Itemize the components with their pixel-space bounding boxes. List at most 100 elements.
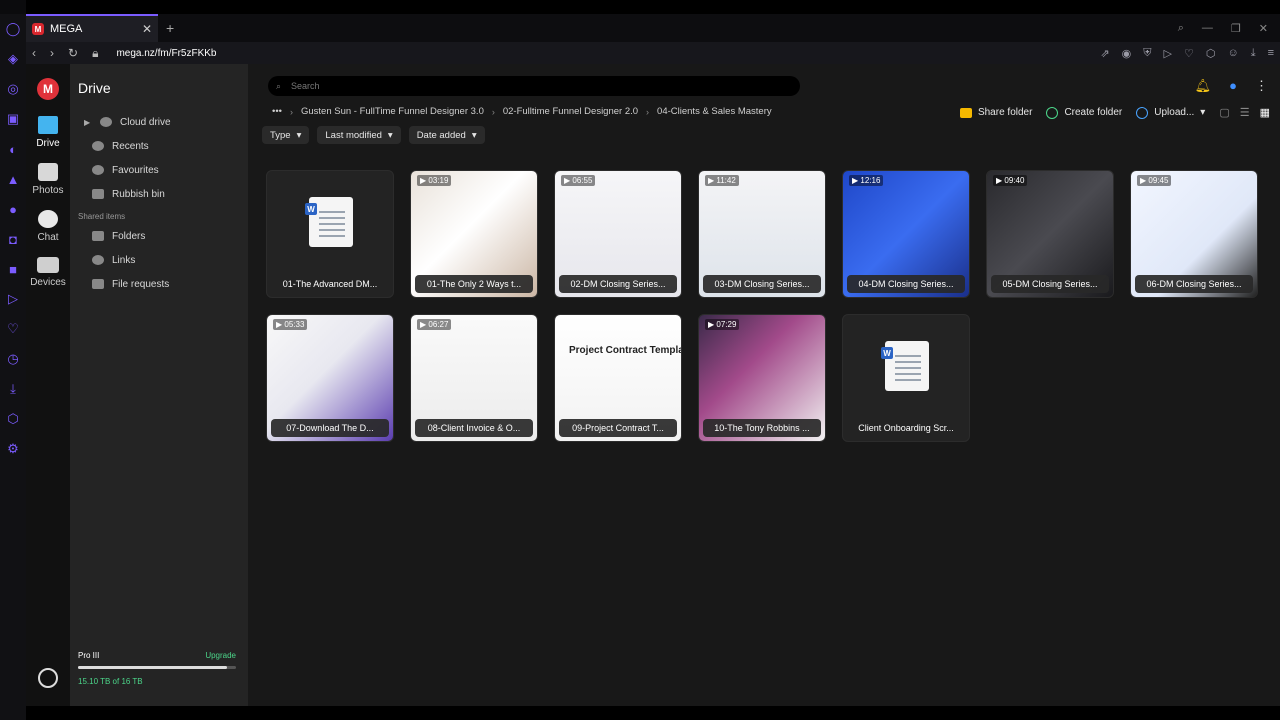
whatsapp-icon[interactable]: ●: [0, 194, 26, 224]
sidebar-item-cloud-drive[interactable]: ▶ Cloud drive: [70, 110, 248, 134]
chevron-down-icon: ▾: [471, 129, 477, 141]
search-input[interactable]: ⌕ Search: [268, 76, 800, 96]
sidebar-item-favourites[interactable]: Favourites: [70, 158, 248, 182]
chat-icon: [38, 210, 58, 228]
instagram-icon[interactable]: ◘: [0, 224, 26, 254]
camera-icon[interactable]: ◉: [1122, 47, 1132, 60]
file-card[interactable]: ▶ 06:27 08-Client Invoice & O...: [410, 314, 538, 442]
share-folder-button[interactable]: Share folder: [959, 107, 1032, 118]
account-settings-icon[interactable]: [38, 668, 58, 688]
file-card[interactable]: ▶ 03:19 01-The Only 2 Ways t...: [410, 170, 538, 298]
twitch-icon[interactable]: ■: [0, 254, 26, 284]
video-duration: ▶ 11:42: [705, 175, 739, 186]
settings-icon[interactable]: ⚙: [0, 434, 26, 464]
chevron-right-icon[interactable]: ▶: [84, 118, 92, 127]
chevron-right-icon: ›: [646, 106, 650, 117]
file-card[interactable]: ▶ 06:55 02-DM Closing Series...: [554, 170, 682, 298]
history-icon[interactable]: ◷: [0, 344, 26, 374]
file-card[interactable]: ▶ 12:16 04-DM Closing Series...: [842, 170, 970, 298]
file-card[interactable]: ▶ 09:45 06-DM Closing Series...: [1130, 170, 1258, 298]
list-view-icon[interactable]: ☰: [1240, 106, 1250, 119]
file-name: 03-DM Closing Series...: [703, 275, 821, 293]
search-tabs-icon[interactable]: ⌕: [1178, 22, 1184, 35]
player-icon[interactable]: ▷: [0, 284, 26, 314]
rail-drive[interactable]: Drive: [26, 116, 70, 149]
share-icon[interactable]: ⇗: [1100, 47, 1109, 60]
upgrade-link[interactable]: Upgrade: [205, 651, 236, 660]
menu-icon[interactable]: ≡: [1268, 47, 1274, 60]
sidebar-item-recents[interactable]: Recents: [70, 134, 248, 158]
avatar[interactable]: ●: [1229, 78, 1237, 94]
trash-icon: [92, 189, 104, 199]
file-card[interactable]: ▶ 09:40 05-DM Closing Series...: [986, 170, 1114, 298]
flow-icon[interactable]: ▷: [1164, 47, 1172, 60]
file-name: 06-DM Closing Series...: [1135, 275, 1253, 293]
mega-logo-icon[interactable]: M: [37, 78, 59, 100]
forward-icon[interactable]: ›: [50, 46, 54, 60]
share-folder-icon: [959, 107, 972, 118]
downloads-icon[interactable]: ⤓: [1251, 47, 1256, 60]
profile-icon[interactable]: ☺: [1227, 47, 1238, 60]
heart-icon[interactable]: ♡: [0, 314, 26, 344]
file-card[interactable]: ▶ 07:29 10-The Tony Robbins ...: [698, 314, 826, 442]
close-tab-icon[interactable]: ✕: [142, 22, 152, 36]
aria-icon[interactable]: ▲: [0, 164, 26, 194]
rail-devices[interactable]: Devices: [26, 257, 70, 288]
url-field[interactable]: mega.nz/fm/Fr5zFKKb: [116, 48, 216, 59]
video-duration: ▶ 06:27: [417, 319, 452, 330]
new-tab-icon[interactable]: +: [158, 20, 182, 36]
more-options-icon[interactable]: ⋮: [1255, 78, 1268, 94]
breadcrumb-item[interactable]: 02-Fulltime Funnel Designer 2.0: [503, 106, 638, 117]
upload-button[interactable]: Upload... ▾: [1136, 106, 1206, 119]
create-folder-button[interactable]: Create folder: [1046, 106, 1122, 119]
speed-dial-icon[interactable]: ◎: [0, 74, 26, 104]
file-name: 08-Client Invoice & O...: [415, 419, 533, 437]
drive-sidebar: Drive ▶ Cloud drive Recents Favourites R…: [70, 64, 248, 706]
sidebar-item-rubbish-bin[interactable]: Rubbish bin: [70, 182, 248, 206]
file-card[interactable]: Project Contract Template 09-Project Cont…: [554, 314, 682, 442]
sidebar-item-links[interactable]: Links: [70, 248, 248, 272]
opera-logo-icon[interactable]: ◯: [0, 14, 26, 44]
minimize-icon[interactable]: —: [1202, 22, 1213, 35]
gamepad-icon[interactable]: ◈: [0, 44, 26, 74]
breadcrumb-current: 04-Clients & Sales Mastery: [657, 106, 772, 117]
download-icon[interactable]: ⤓: [0, 374, 26, 404]
upload-label: Upload...: [1154, 107, 1195, 118]
extension-icon[interactable]: ⬡: [1206, 47, 1216, 60]
back-icon[interactable]: ‹: [32, 46, 36, 60]
filter-type[interactable]: Type ▾: [262, 126, 310, 144]
sidebar-item-folders[interactable]: Folders: [70, 224, 248, 248]
sidebar-item-file-requests[interactable]: File requests: [70, 272, 248, 296]
app-rail: M Drive Photos Chat Devices: [26, 64, 70, 706]
browser-tab[interactable]: M MEGA ✕: [26, 14, 158, 42]
reload-icon[interactable]: ↻: [68, 46, 78, 60]
search-placeholder: Search: [291, 81, 320, 91]
rail-chat[interactable]: Chat: [26, 210, 70, 243]
extensions-icon[interactable]: ⬡: [0, 404, 26, 434]
cloud-icon: [100, 117, 112, 127]
chevron-down-icon: ▾: [1200, 107, 1206, 118]
close-window-icon[interactable]: ✕: [1259, 22, 1268, 35]
notifications-bell-icon[interactable]: 🔔︎: [1195, 78, 1212, 94]
file-name: 01-The Only 2 Ways t...: [415, 275, 533, 293]
grid-view-icon[interactable]: ▦: [1260, 106, 1270, 119]
file-card[interactable]: W Client Onboarding Scr...: [842, 314, 970, 442]
file-name: 01-The Advanced DM...: [282, 279, 378, 289]
messenger-icon[interactable]: ◐: [0, 134, 26, 164]
breadcrumb-item[interactable]: Gusten Sun - FullTime Funnel Designer 3.…: [301, 106, 484, 117]
breadcrumb-more[interactable]: •••: [272, 106, 282, 117]
filter-date-added[interactable]: Date added ▾: [408, 126, 485, 144]
maximize-icon[interactable]: ❐: [1231, 22, 1241, 35]
heart-bookmark-icon[interactable]: ♡: [1184, 47, 1194, 60]
word-document-icon: W: [881, 341, 929, 391]
vpn-shield-icon[interactable]: ⛨: [1143, 47, 1151, 60]
file-card[interactable]: ▶ 05:33 07-Download The D...: [266, 314, 394, 442]
file-card[interactable]: W 01-The Advanced DM...: [266, 170, 394, 298]
rail-photos[interactable]: Photos: [26, 163, 70, 196]
lock-icon[interactable]: 🔒︎: [92, 46, 98, 61]
file-card[interactable]: ▶ 11:42 03-DM Closing Series...: [698, 170, 826, 298]
sidebar-item-label: Cloud drive: [120, 116, 171, 128]
filter-last-modified[interactable]: Last modified ▾: [317, 126, 401, 144]
bag-icon[interactable]: ▣: [0, 104, 26, 134]
media-view-icon[interactable]: ▢: [1219, 106, 1229, 119]
